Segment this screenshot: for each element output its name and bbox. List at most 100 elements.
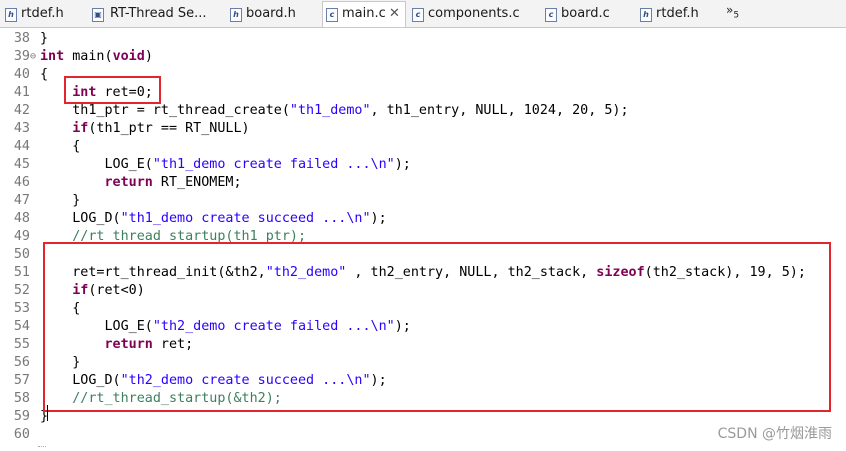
line-number: 58 bbox=[13, 391, 30, 406]
code-line[interactable]: 47 } bbox=[0, 192, 846, 210]
code-token: ); bbox=[394, 319, 411, 334]
code-token: LOG_E( bbox=[40, 319, 153, 334]
code-token: LOG_D( bbox=[40, 211, 121, 226]
code-token: LOG_D( bbox=[40, 373, 121, 388]
string-token: "th2_demo" bbox=[265, 265, 347, 280]
tab-rtdef-h-2[interactable]: h rtdef.h bbox=[638, 2, 718, 26]
code-line[interactable]: 39 ⊖ int main(void) bbox=[0, 48, 846, 66]
code-token: ); bbox=[370, 211, 387, 226]
code-line[interactable]: 58 //rt_thread_startup(&th2); bbox=[0, 390, 846, 408]
code-line[interactable]: 43 if(th1_ptr == RT_NULL) bbox=[0, 120, 846, 138]
code-text: //rt_thread_startup(th1_ptr); bbox=[40, 228, 306, 246]
code-text: { bbox=[40, 300, 80, 318]
tab-label: rtdef.h bbox=[21, 6, 64, 21]
string-token: "th1_demo" bbox=[289, 103, 371, 118]
code-line[interactable]: 41 int ret=0; bbox=[0, 84, 846, 102]
code-line[interactable]: 38} bbox=[0, 30, 846, 48]
code-line[interactable]: 54 LOG_E("th2_demo create failed ...\n")… bbox=[0, 318, 846, 336]
line-number: 45 bbox=[13, 157, 30, 172]
line-number: 54 bbox=[13, 319, 30, 334]
tab-label: board.h bbox=[246, 6, 296, 21]
code-line[interactable]: 42 th1_ptr = rt_thread_create("th1_demo"… bbox=[0, 102, 846, 120]
c-file-icon: c bbox=[545, 8, 557, 22]
tab-rtdef-h[interactable]: h rtdef.h bbox=[3, 2, 83, 26]
code-text: LOG_D("th2_demo create succeed ...\n"); bbox=[40, 372, 386, 390]
overflow-count: 5 bbox=[733, 10, 740, 21]
code-line[interactable]: 56 } bbox=[0, 354, 846, 372]
code-text: } bbox=[40, 354, 80, 372]
settings-page-icon: ▣ bbox=[92, 8, 104, 22]
tab-label: RT-Thread Se... bbox=[110, 6, 207, 21]
code-line[interactable]: 53 { bbox=[0, 300, 846, 318]
keyword-token: if bbox=[72, 121, 89, 136]
code-text: LOG_D("th1_demo create succeed ...\n"); bbox=[40, 210, 387, 228]
c-file-icon: c bbox=[412, 8, 424, 22]
code-editor[interactable]: 38} 39 ⊖ int main(void) 40 {41 int ret=0; 42 t… bbox=[0, 28, 846, 451]
code-line[interactable]: 57 LOG_D("th2_demo create succeed ...\n"… bbox=[0, 372, 846, 390]
code-line[interactable]: 52 if(ret<0) bbox=[0, 282, 846, 300]
ruler-marker bbox=[38, 446, 46, 449]
code-token: ); bbox=[394, 157, 411, 172]
code-line[interactable]: 50 bbox=[0, 246, 846, 264]
line-number: 55 bbox=[13, 337, 30, 352]
line-number: 48 bbox=[13, 211, 30, 226]
code-text: return ret; bbox=[40, 336, 194, 354]
string-token: "th2_demo create failed ...\n" bbox=[152, 319, 395, 334]
line-number: 47 bbox=[13, 193, 30, 208]
tab-board-c[interactable]: c board.c bbox=[543, 2, 623, 26]
code-token: } bbox=[40, 193, 81, 208]
line-number: 57 bbox=[13, 373, 30, 388]
tab-overflow-button[interactable]: »5 bbox=[726, 3, 739, 20]
code-line[interactable]: 48 LOG_D("th1_demo create succeed ...\n"… bbox=[0, 210, 846, 228]
line-number: 56 bbox=[13, 355, 30, 370]
line-number: 42 bbox=[13, 103, 30, 118]
code-line[interactable]: 45 LOG_E("th1_demo create failed ...\n")… bbox=[0, 156, 846, 174]
tab-rt-thread-settings[interactable]: ▣ RT-Thread Se... bbox=[90, 2, 218, 26]
header-file-icon: h bbox=[640, 8, 652, 22]
keyword-token: if bbox=[72, 283, 89, 298]
code-token: { bbox=[40, 67, 49, 82]
code-token: , th2_entry, NULL, th2_stack, bbox=[346, 265, 597, 280]
code-token: } bbox=[40, 31, 49, 46]
code-line[interactable]: 44 { bbox=[0, 138, 846, 156]
code-line[interactable]: 51 ret=rt_thread_init(&th2,"th2_demo" , … bbox=[0, 264, 846, 282]
code-token: ret; bbox=[152, 337, 194, 352]
code-token: } bbox=[40, 355, 81, 370]
code-token: , th1_entry, NULL, 1024, 20, 5); bbox=[370, 103, 629, 118]
code-token: RT_ENOMEM; bbox=[152, 175, 242, 190]
line-number: 43 bbox=[13, 121, 30, 136]
code-token: (ret<0) bbox=[88, 283, 145, 298]
tab-main-c[interactable]: c main.c ✕ bbox=[322, 1, 406, 27]
header-file-icon: h bbox=[230, 8, 242, 22]
code-token: ret=0; bbox=[96, 85, 153, 100]
keyword-token: void bbox=[112, 49, 145, 64]
comment-token: //rt_thread_startup(&th2); bbox=[72, 391, 282, 406]
line-number: 50 bbox=[13, 247, 30, 262]
tab-components-c[interactable]: c components.c bbox=[410, 2, 520, 26]
fold-toggle-icon[interactable]: ⊖ bbox=[30, 48, 36, 66]
close-icon[interactable]: ✕ bbox=[389, 2, 400, 26]
tab-board-h[interactable]: h board.h bbox=[228, 2, 308, 26]
watermark: CSDN @竹烟淮雨 bbox=[717, 426, 832, 442]
line-number: 41 bbox=[13, 85, 30, 100]
line-number: 52 bbox=[13, 283, 30, 298]
code-line[interactable]: 55 return ret; bbox=[0, 336, 846, 354]
code-line[interactable]: 46 return RT_ENOMEM; bbox=[0, 174, 846, 192]
code-text: if(ret<0) bbox=[40, 282, 145, 300]
c-file-icon: c bbox=[326, 8, 338, 22]
code-line[interactable]: 49 //rt_thread_startup(th1_ptr); bbox=[0, 228, 846, 246]
text-caret bbox=[47, 405, 48, 421]
keyword-token: sizeof bbox=[596, 265, 645, 280]
code-line[interactable]: 40 { bbox=[0, 66, 846, 84]
line-number: 40 bbox=[13, 67, 30, 82]
code-text: return RT_ENOMEM; bbox=[40, 174, 242, 192]
code-token: ret=rt_thread_init(&th2, bbox=[40, 265, 266, 280]
code-text: //rt_thread_startup(&th2); bbox=[40, 390, 282, 408]
code-token: (th1_ptr == RT_NULL) bbox=[88, 121, 250, 136]
